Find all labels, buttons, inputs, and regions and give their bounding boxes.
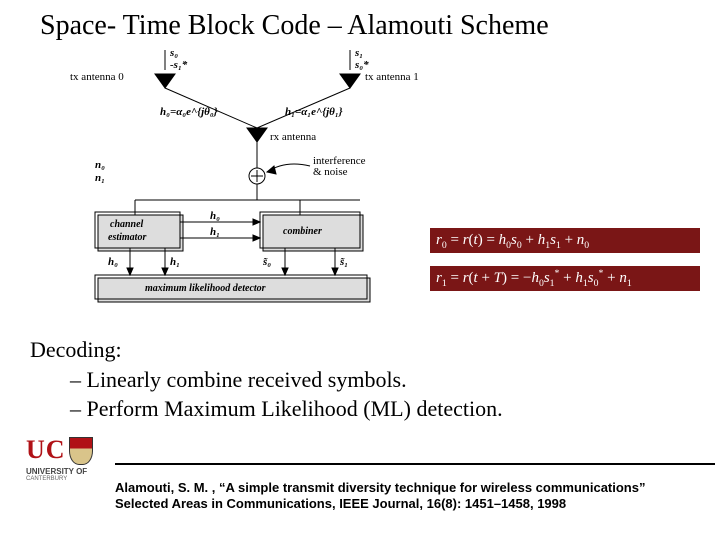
tx1-sym-b: s₀* bbox=[354, 59, 369, 71]
s0tilde: s̃₀ bbox=[262, 256, 271, 268]
combiner-label: combiner bbox=[283, 226, 322, 237]
tx0-sym-a: s₀ bbox=[169, 50, 178, 59]
h1-arrow: h₁ bbox=[210, 226, 220, 238]
tx-antenna-1: tx antenna 1 s₁ s₀* bbox=[340, 50, 419, 88]
equation-r0: r0 = r(t) = h0s0 + h1s1 + n0 bbox=[430, 228, 700, 253]
noise-label: & noise bbox=[313, 166, 348, 178]
tx0-label: tx antenna 0 bbox=[70, 71, 124, 83]
slide-title: Space- Time Block Code – Alamouti Scheme bbox=[40, 10, 710, 42]
h0-arrow: h₀ bbox=[210, 210, 220, 222]
uc-logo: UC UNIVERSITY OF CANTERBURY bbox=[26, 435, 108, 482]
n1-label: n₁ bbox=[95, 172, 105, 184]
citation: Alamouti, S. M. , “A simple transmit div… bbox=[115, 480, 715, 513]
tx1-sym-a: s₁ bbox=[354, 50, 363, 59]
h1-down: h₁ bbox=[170, 256, 180, 268]
logo-sub1: UNIVERSITY OF bbox=[26, 467, 108, 476]
citation-line-1: Alamouti, S. M. , “A simple transmit div… bbox=[115, 480, 715, 496]
decoding-line-2: – Perform Maximum Likelihood (ML) detect… bbox=[30, 394, 690, 424]
equation-r1: r1 = r(t + T) = −h0s1* + h1s0* + n1 bbox=[430, 266, 700, 291]
rx-antenna: rx antenna bbox=[247, 128, 316, 168]
citation-line-2: Selected Areas in Communications, IEEE J… bbox=[115, 496, 715, 512]
footer-rule bbox=[115, 463, 715, 465]
h1-eq: h₁=α₁e^{jθ₁} bbox=[285, 106, 343, 118]
decoding-block: Decoding: – Linearly combine received sy… bbox=[30, 335, 690, 424]
s1tilde: s̃₁ bbox=[339, 256, 348, 268]
rx-label: rx antenna bbox=[270, 131, 316, 143]
logo-crest-icon bbox=[69, 437, 93, 465]
ch-est-l2: estimator bbox=[108, 232, 146, 243]
tx0-sym-b: -s₁* bbox=[170, 59, 188, 71]
ch-est-l1: channel bbox=[110, 219, 144, 230]
tx1-label: tx antenna 1 bbox=[365, 71, 419, 83]
logo-sub2: CANTERBURY bbox=[26, 476, 108, 482]
h0-eq: h₀=α₀e^{jθ₀} bbox=[160, 106, 218, 118]
tx-antenna-0: tx antenna 0 s₀ -s₁* bbox=[70, 50, 188, 88]
logo-uc-text: UC bbox=[26, 435, 66, 465]
n0-label: n₀ bbox=[95, 159, 105, 171]
decoding-head: Decoding: bbox=[30, 335, 690, 365]
alamouti-diagram: tx antenna 0 s₀ -s₁* tx antenna 1 s₁ s₀*… bbox=[70, 50, 430, 310]
ml-label: maximum likelihood detector bbox=[145, 283, 266, 294]
decoding-line-1: – Linearly combine received symbols. bbox=[30, 365, 690, 395]
h0-down: h₀ bbox=[108, 256, 118, 268]
